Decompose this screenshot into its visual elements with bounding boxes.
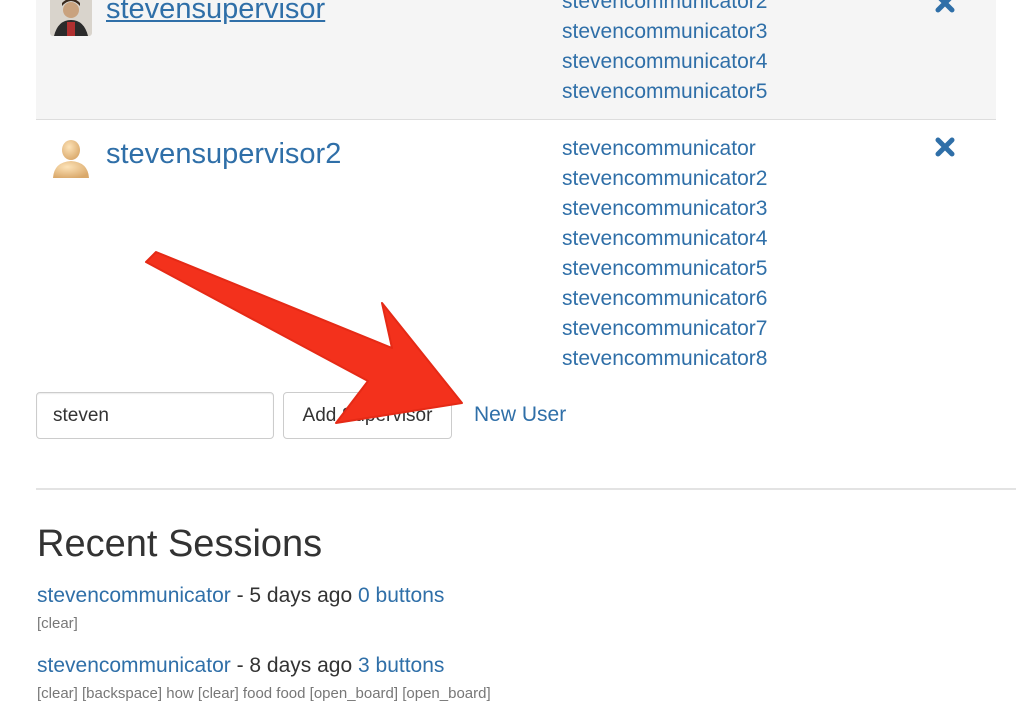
- communicator-link[interactable]: stevencommunicator5: [562, 80, 767, 103]
- communicator-link[interactable]: stevencommunicator2: [562, 167, 767, 190]
- communicator-link[interactable]: stevencommunicator: [562, 137, 756, 160]
- communicator-link[interactable]: stevencommunicator8: [562, 347, 767, 370]
- session-entry: stevencommunicator - 5 days ago 0 button…: [37, 583, 444, 634]
- communicator-link[interactable]: stevencommunicator6: [562, 287, 767, 310]
- communicator-link[interactable]: stevencommunicator3: [562, 197, 767, 220]
- section-divider: [36, 488, 1016, 490]
- communicator-list: stevencommunicator stevencommunicator2 s…: [562, 134, 767, 374]
- session-separator: -: [230, 584, 250, 607]
- communicator-link[interactable]: stevencommunicator4: [562, 227, 767, 250]
- session-user-link[interactable]: stevencommunicator: [37, 584, 231, 607]
- session-user-link[interactable]: stevencommunicator: [37, 654, 231, 677]
- session-buttons-link[interactable]: 3 buttons: [358, 654, 444, 677]
- avatar-photo-icon: [50, 0, 92, 36]
- close-icon: [935, 137, 955, 157]
- session-summary: [clear] [backspace] how [clear] food foo…: [37, 685, 491, 702]
- supervisor-row: stevensupervisor stevencommunicator2 ste…: [36, 0, 996, 120]
- supervisor-avatar-photo: [50, 0, 92, 36]
- session-separator: -: [230, 654, 250, 677]
- session-entry: stevencommunicator - 8 days ago 3 button…: [37, 653, 491, 704]
- add-supervisor-button[interactable]: Add Supervisor: [283, 392, 452, 439]
- communicator-link[interactable]: stevencommunicator3: [562, 20, 767, 43]
- remove-supervisor-button[interactable]: [934, 136, 956, 158]
- supervisor-search-input[interactable]: [36, 392, 274, 439]
- close-icon: [935, 0, 955, 13]
- supervisor-row: stevensupervisor2 stevencommunicator ste…: [36, 120, 996, 372]
- remove-supervisor-button[interactable]: [934, 0, 956, 14]
- new-user-link[interactable]: New User: [474, 402, 566, 428]
- communicator-list: stevencommunicator2 stevencommunicator3 …: [562, 0, 767, 107]
- recent-sessions-heading: Recent Sessions: [37, 523, 323, 565]
- communicator-link[interactable]: stevencommunicator2: [562, 0, 767, 13]
- add-supervisor-form: Add Supervisor New User: [36, 392, 736, 440]
- session-buttons-link[interactable]: 0 buttons: [358, 584, 444, 607]
- supervisor-name-link[interactable]: stevensupervisor: [106, 0, 325, 26]
- communicator-link[interactable]: stevencommunicator4: [562, 50, 767, 73]
- communicator-link[interactable]: stevencommunicator7: [562, 317, 767, 340]
- session-summary: [clear]: [37, 615, 78, 632]
- communicator-link[interactable]: stevencommunicator5: [562, 257, 767, 280]
- supervisor-name-link[interactable]: stevensupervisor2: [106, 137, 341, 171]
- session-time: 8 days ago: [249, 654, 353, 677]
- user-silhouette-icon: [53, 140, 89, 178]
- session-time: 5 days ago: [249, 584, 353, 607]
- supervisor-avatar-default: [50, 136, 92, 178]
